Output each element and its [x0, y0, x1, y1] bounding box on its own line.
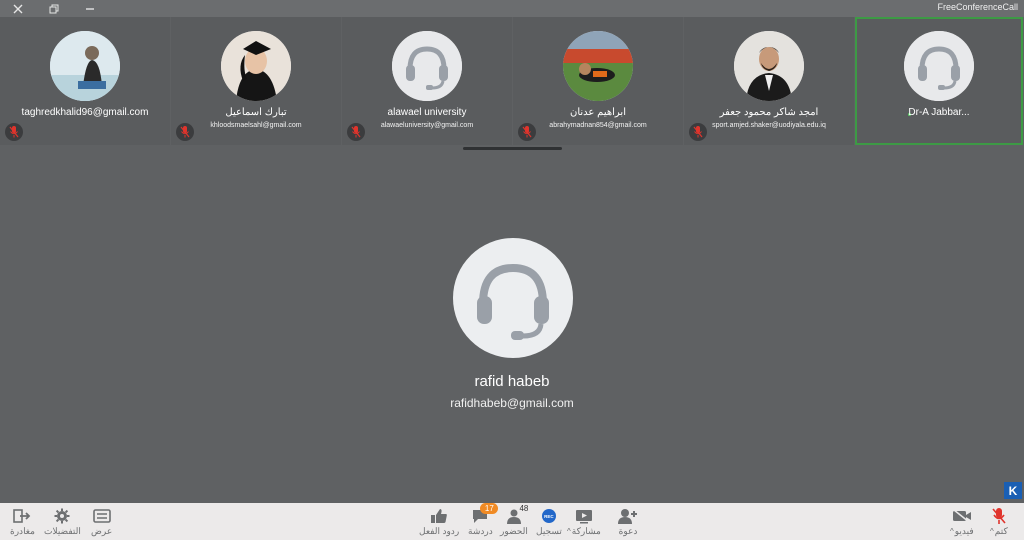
- video-menu-caret[interactable]: ^: [950, 527, 954, 536]
- close-window-button[interactable]: [0, 0, 36, 17]
- title-bar: FreeConferenceCall: [0, 0, 1024, 17]
- avatar: [221, 31, 291, 101]
- attendance-count: 48: [519, 504, 529, 513]
- record-text: REC: [544, 513, 554, 519]
- main-speaker-email: rafidhabeb@gmail.com: [450, 396, 574, 410]
- participant-name: Dr-A Jabbar...: [908, 107, 970, 118]
- record-button[interactable]: REC تسجيل: [536, 506, 562, 539]
- app-title: FreeConferenceCall: [937, 2, 1018, 12]
- attendance-label: الحضور: [500, 526, 528, 536]
- share-button[interactable]: ^مشاركة: [567, 506, 601, 539]
- participant-email: alawaeluniversity@gmail.com: [380, 122, 474, 129]
- mute-menu-caret[interactable]: ^: [990, 527, 994, 536]
- avatar: [904, 31, 974, 101]
- microphone-muted-icon: [347, 123, 365, 141]
- record-icon: REC: [541, 506, 557, 526]
- view-button[interactable]: عرض: [91, 506, 112, 539]
- microphone-muted-icon: [176, 123, 194, 141]
- headset-icon: [477, 263, 549, 340]
- microphone-muted-icon: [689, 123, 707, 141]
- share-menu-caret[interactable]: ^: [567, 527, 571, 536]
- invite-button[interactable]: دعوة: [618, 506, 638, 539]
- participant-tile[interactable]: ابراهيم عدنان abrahymadnan854@gmail.com: [513, 17, 683, 145]
- video-button[interactable]: ^فيديو: [950, 506, 974, 539]
- gear-icon: [54, 506, 70, 526]
- participant-email: khloodsmaelsahl@gmail.com: [210, 122, 302, 129]
- camera-icon: [952, 506, 972, 526]
- participant-name: تبارك اسماعيل: [225, 107, 287, 118]
- microphone-muted-icon: [5, 123, 23, 141]
- people-icon: 48: [505, 504, 528, 526]
- participant-name: taghredkhalid96@gmail.com: [21, 107, 149, 118]
- avatar: [392, 31, 462, 101]
- video-label: ^فيديو: [950, 526, 974, 536]
- mute-button[interactable]: ^كتم: [990, 506, 1008, 539]
- leave-label: مغادرة: [10, 526, 35, 536]
- chat-icon: 17: [472, 503, 499, 526]
- participant-name: امجد شاكر محمود جعفر: [719, 107, 819, 118]
- headset-icon: [904, 31, 974, 101]
- settings-label: التفضيلات: [44, 526, 81, 536]
- invite-label: دعوة: [618, 526, 638, 536]
- exit-icon: [13, 506, 31, 526]
- share-label: ^مشاركة: [567, 526, 601, 536]
- leave-button[interactable]: مغادرة: [10, 506, 35, 539]
- microphone-muted-icon: [992, 506, 1006, 526]
- attendance-button[interactable]: 48 الحضور: [500, 504, 528, 539]
- avatar: [50, 31, 120, 101]
- k-app-badge[interactable]: K: [1004, 482, 1022, 499]
- participant-name: alawael university: [387, 107, 467, 118]
- participant-tile[interactable]: تبارك اسماعيل khloodsmaelsahl@gmail.com: [171, 17, 341, 145]
- view-label: عرض: [91, 526, 113, 536]
- strip-resize-handle[interactable]: [463, 147, 562, 150]
- restore-window-button[interactable]: [36, 0, 72, 17]
- main-speaker-avatar: [453, 238, 573, 358]
- participant-email: sport.amjed.shaker@uodiyala.edu.iq: [712, 122, 826, 129]
- main-speaker-name: rafid habeb: [474, 373, 550, 390]
- chat-label: دردشة: [468, 526, 493, 536]
- mute-label: ^كتم: [990, 526, 1008, 536]
- chat-button[interactable]: 17 دردشة: [468, 503, 499, 539]
- participant-tile[interactable]: taghredkhalid96@gmail.com: [0, 17, 170, 145]
- record-label: تسجيل: [536, 526, 562, 536]
- participant-email: abrahymadnan854@gmail.com: [549, 122, 647, 129]
- settings-button[interactable]: التفضيلات: [44, 506, 81, 539]
- participant-tile-active[interactable]: Dr-A Jabbar...: [855, 17, 1023, 145]
- participant-strip: taghredkhalid96@gmail.com تبارك اسماعيل …: [0, 17, 1024, 145]
- grid-icon: [92, 506, 111, 526]
- bottom-toolbar: مغادرة التفضيلات عرض ردود الفعل 17 دردشة…: [0, 503, 1024, 540]
- avatar: [563, 31, 633, 101]
- headset-icon: [392, 31, 462, 101]
- add-person-icon: [618, 506, 638, 526]
- close-icon: [13, 4, 23, 13]
- restore-icon: [49, 4, 59, 13]
- microphone-muted-icon: [518, 123, 536, 141]
- minimize-window-button[interactable]: [72, 0, 108, 17]
- participant-name: ابراهيم عدنان: [570, 107, 626, 118]
- avatar: [734, 31, 804, 101]
- chat-unread-badge: 17: [480, 503, 499, 514]
- participant-tile[interactable]: امجد شاكر محمود جعفر sport.amjed.shaker@…: [684, 17, 854, 145]
- reactions-button[interactable]: ردود الفعل: [419, 506, 459, 539]
- participant-tile[interactable]: alawael university alawaeluniversity@gma…: [342, 17, 512, 145]
- thumbs-up-icon: [430, 506, 448, 526]
- reactions-label: ردود الفعل: [419, 526, 460, 536]
- screen-share-icon: [574, 506, 594, 526]
- minimize-icon: [86, 7, 94, 10]
